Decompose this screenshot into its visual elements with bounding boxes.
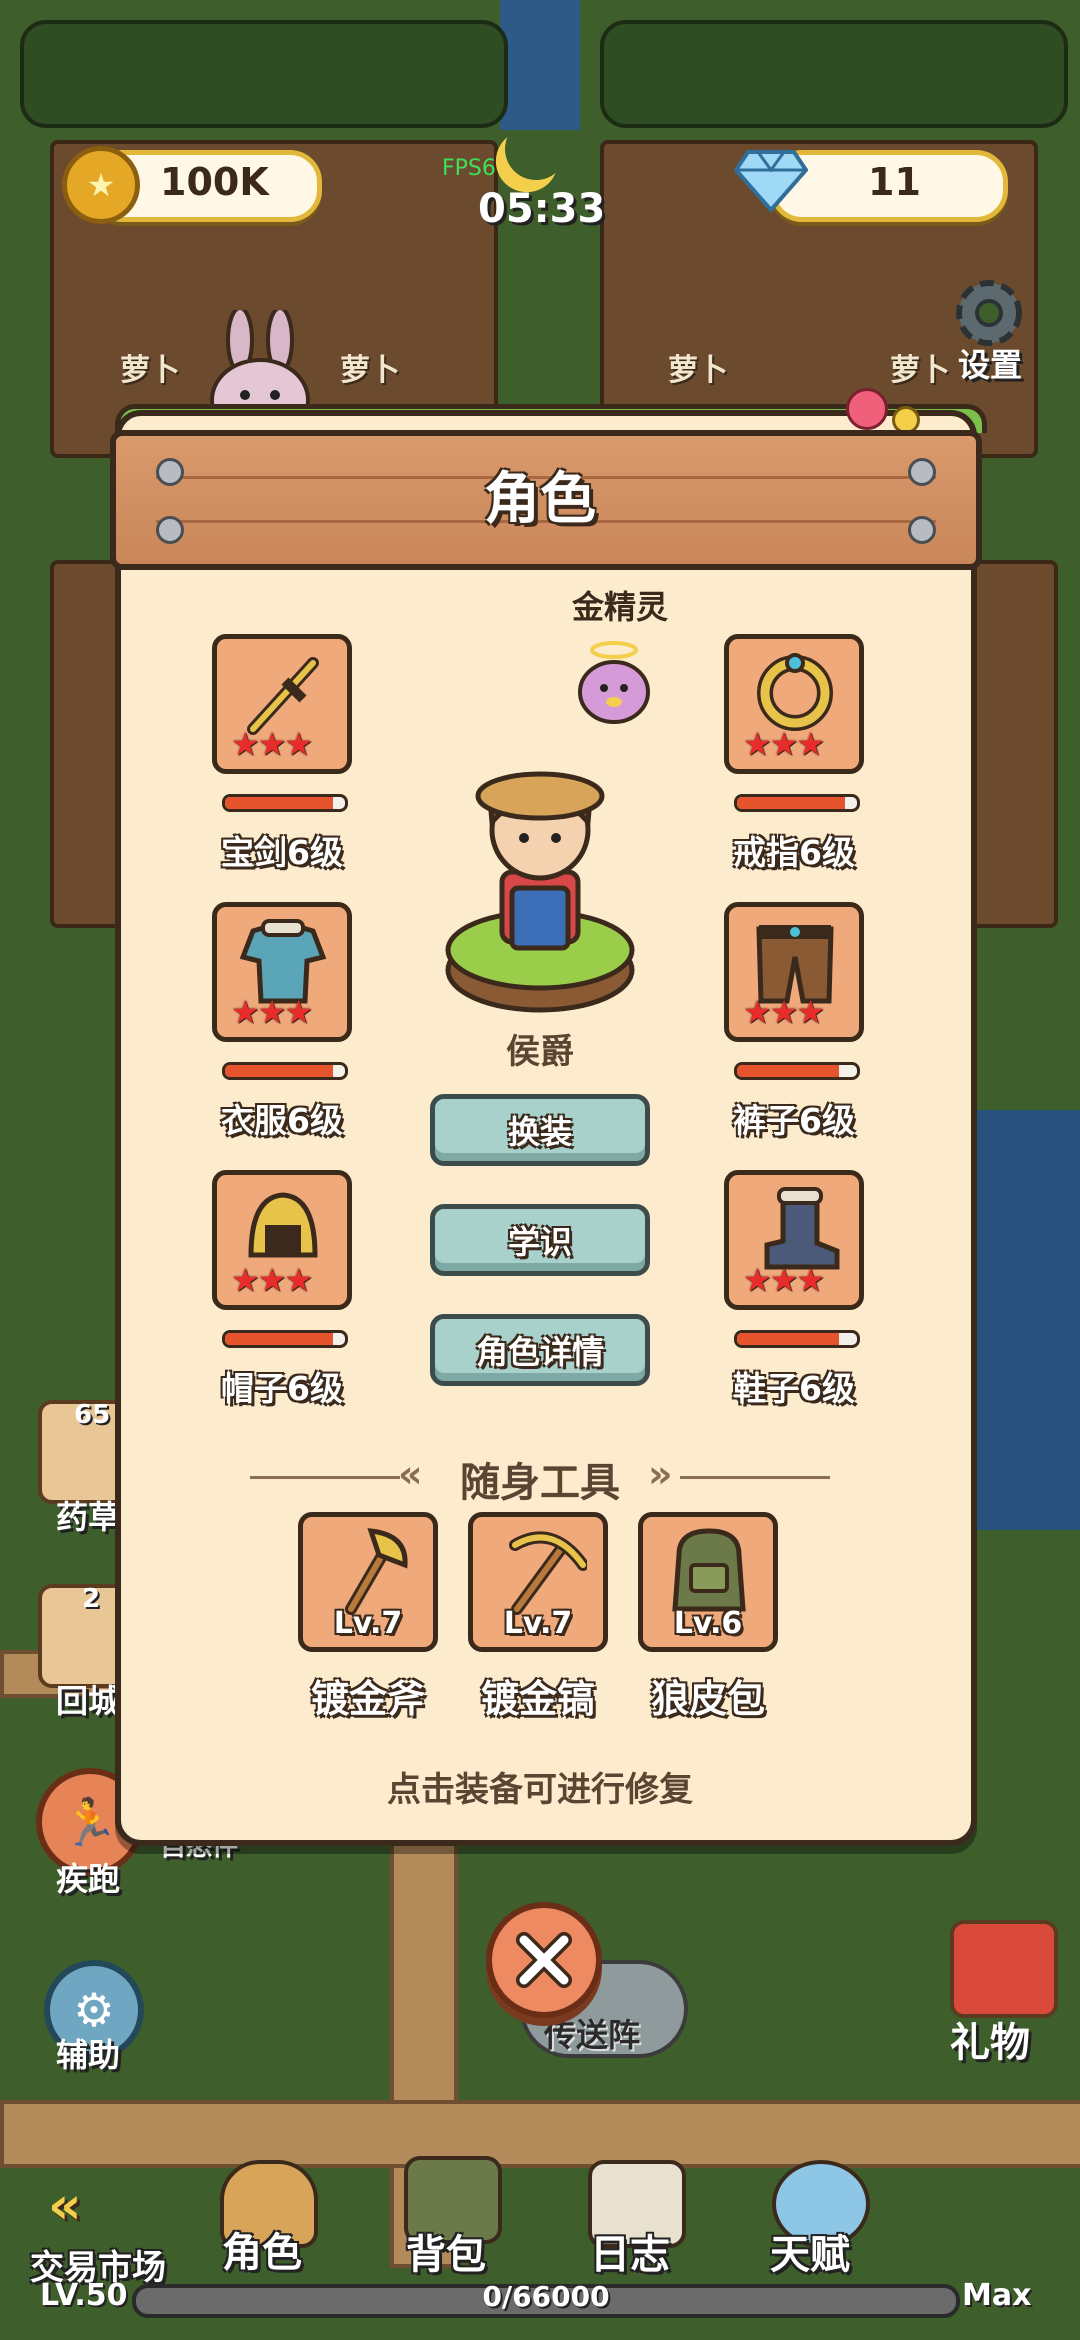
change-outfit-button[interactable]: 换装 [430, 1094, 650, 1166]
backpack-tool-slot[interactable]: Lv.6 [638, 1512, 778, 1652]
double-chevron-left-icon[interactable]: « [48, 2176, 82, 2236]
player-level: LV.50 [40, 2278, 128, 2313]
sword-durability-bar [222, 794, 348, 812]
tools-section-title: 随身工具 [460, 1460, 620, 1506]
character-details-button[interactable]: 角色详情 [430, 1314, 650, 1386]
tool-level: Lv.7 [503, 1606, 573, 1641]
hedge [20, 20, 508, 128]
spirit-label: 金精灵 [571, 588, 668, 626]
clothes-slot[interactable]: ★★★ [212, 902, 352, 1042]
nav-talent[interactable]: 天赋 [770, 2222, 850, 2280]
gift-icon[interactable] [950, 1920, 1058, 2018]
shoes-label: 鞋子6级 [733, 1369, 855, 1408]
pickaxe-icon [509, 1531, 587, 1615]
star-rating: ★★★ [231, 1261, 313, 1299]
hedge [600, 20, 1068, 128]
character-title: 侯爵 [506, 1032, 574, 1072]
nav-backpack[interactable]: 背包 [406, 2222, 486, 2280]
knowledge-button[interactable]: 学识 [430, 1204, 650, 1276]
panel-title: 角色 [484, 467, 596, 532]
river [500, 0, 580, 130]
gift-label[interactable]: 礼物 [950, 2010, 1030, 2068]
hat-label: 帽子6级 [221, 1369, 343, 1408]
ring-durability-bar [734, 794, 860, 812]
close-button[interactable] [486, 1902, 602, 2018]
field-label: 萝卜 [340, 353, 400, 388]
backpack-icon [672, 1528, 746, 1612]
clothes-durability-bar [222, 1062, 348, 1080]
star-rating: ★★★ [743, 1261, 825, 1299]
axe-tool-slot[interactable]: Lv.7 [298, 1512, 438, 1652]
nav-journal[interactable]: 日志 [590, 2222, 670, 2280]
settings-label[interactable]: 设置 [958, 340, 1022, 386]
repair-hint: 点击装备可进行修复 [387, 1770, 693, 1810]
dirt-path [0, 2100, 1080, 2168]
diamond-icon [734, 150, 808, 212]
sword-slot[interactable]: ★★★ [212, 634, 352, 774]
shoes-durability-bar [734, 1330, 860, 1348]
clothes-label: 衣服6级 [221, 1101, 343, 1140]
herb-count: 65 [74, 1400, 111, 1430]
assist-label: 辅助 [56, 2036, 121, 2074]
teleport-label[interactable]: 传送阵 [544, 2010, 640, 2056]
coin-icon: ★ [62, 146, 140, 224]
ring-label: 戒指6级 [733, 833, 855, 872]
pants-slot[interactable]: ★★★ [724, 902, 864, 1042]
coin-amount: 100K [160, 160, 269, 204]
gem-amount: 11 [868, 160, 921, 204]
nav-character[interactable]: 角色 [222, 2220, 302, 2278]
star-rating: ★★★ [231, 725, 313, 763]
spirit-pet[interactable] [572, 640, 656, 730]
star-rating: ★★★ [231, 993, 313, 1031]
axe-icon [345, 1528, 408, 1615]
flower-decoration [846, 388, 888, 430]
shoes-slot[interactable]: ★★★ [724, 1170, 864, 1310]
sprint-label: 疾跑 [56, 1860, 121, 1898]
xp-max-label: Max [962, 2278, 1032, 2313]
xp-progress-bar: 0/66000 [132, 2280, 960, 2318]
close-icon [516, 1932, 572, 1988]
fps-counter: FPS60 [442, 156, 510, 181]
star-rating: ★★★ [743, 725, 825, 763]
character-avatar[interactable] [440, 750, 640, 1020]
game-clock: 05:33 [478, 186, 606, 232]
field-label: 萝卜 [120, 353, 180, 388]
xp-progress-text: 0/66000 [482, 2280, 610, 2313]
ring-slot[interactable]: ★★★ [724, 634, 864, 774]
star-rating: ★★★ [743, 993, 825, 1031]
pickaxe-tool-slot[interactable]: Lv.7 [468, 1512, 608, 1652]
tool-level: Lv.7 [333, 1606, 403, 1641]
field-label: 萝卜 [890, 353, 950, 388]
return-label: 回城 [56, 1682, 121, 1720]
field-label: 萝卜 [668, 353, 728, 388]
tool-name: 狼皮包 [650, 1677, 765, 1721]
hat-slot[interactable]: ★★★ [212, 1170, 352, 1310]
return-count: 2 [82, 1584, 101, 1614]
pants-label: 裤子6级 [733, 1101, 855, 1140]
sword-label: 宝剑6级 [221, 833, 343, 872]
hat-durability-bar [222, 1330, 348, 1348]
pants-durability-bar [734, 1062, 860, 1080]
tool-level: Lv.6 [673, 1606, 743, 1641]
